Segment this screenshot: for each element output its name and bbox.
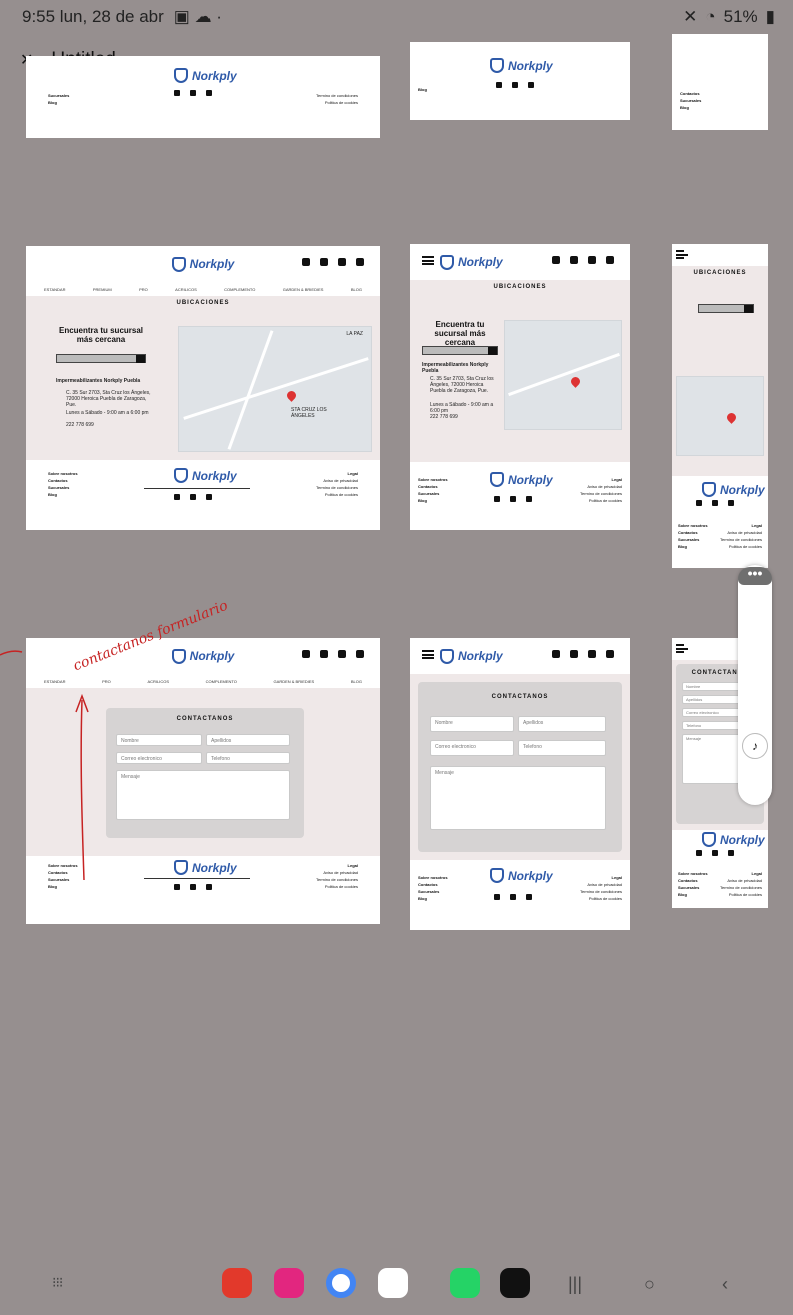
- home-button[interactable]: ○: [644, 1274, 655, 1295]
- read-aloud-icon[interactable]: ♪: [742, 733, 768, 759]
- chrome-icon[interactable]: [326, 1268, 356, 1298]
- recents-button[interactable]: |||: [568, 1274, 582, 1295]
- toolbar-more-icon[interactable]: •••: [738, 566, 772, 585]
- whatsapp-icon[interactable]: [450, 1268, 480, 1298]
- back-button[interactable]: ‹: [722, 1274, 728, 1295]
- netflix-icon[interactable]: [500, 1268, 530, 1298]
- flower-icon[interactable]: [274, 1268, 304, 1298]
- annotation-strokes: [0, 650, 89, 881]
- app-red-icon[interactable]: [222, 1268, 252, 1298]
- app-grid-icon[interactable]: ⁝⁝⁝: [52, 1274, 63, 1291]
- floating-toolbar[interactable]: ••• ♪: [738, 565, 772, 805]
- dock: ⁝⁝⁝ ||| ○ ‹: [0, 1268, 793, 1304]
- play-store-icon[interactable]: [378, 1268, 408, 1298]
